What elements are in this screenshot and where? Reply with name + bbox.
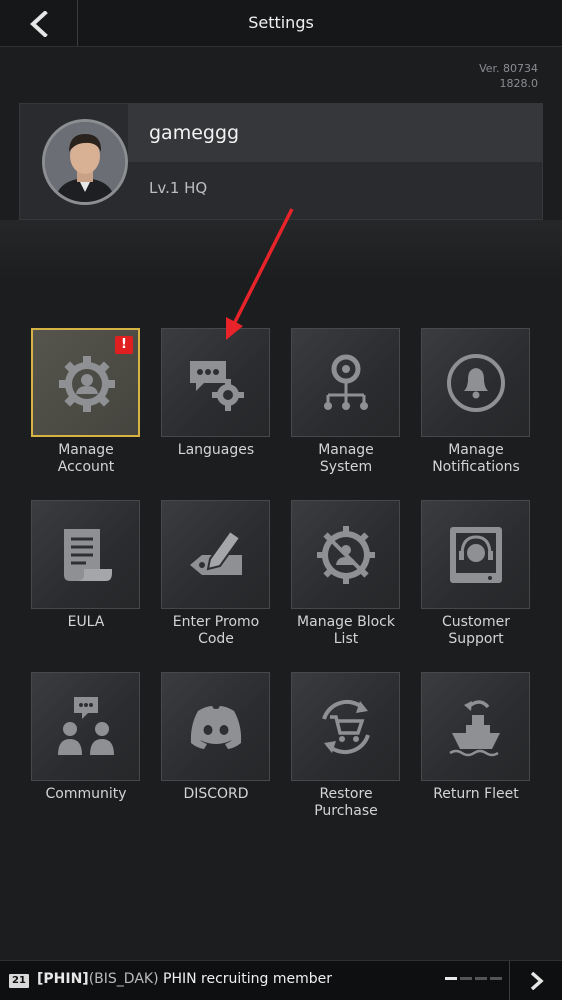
eula-button[interactable]: [31, 500, 140, 609]
menu-item-label: Restore Purchase: [314, 786, 378, 819]
version-number: Ver. 80734: [479, 62, 538, 75]
chat-next-button[interactable]: [509, 961, 562, 1000]
community-button[interactable]: [31, 672, 140, 781]
headset-icon: [450, 527, 502, 583]
manage-account-button[interactable]: !: [31, 328, 140, 437]
discord-button[interactable]: [161, 672, 270, 781]
menu-item-label: DISCORD: [183, 786, 249, 802]
community-icon: [58, 697, 114, 755]
pen-tag-icon: [190, 529, 242, 575]
top-bar: Settings: [0, 0, 562, 47]
chat-alliance-tag: [PHIN]: [37, 971, 89, 987]
menu-item-label: Manage Notifications: [432, 442, 520, 475]
chevron-left-icon: [30, 11, 48, 37]
cart-refresh-icon: [322, 699, 370, 755]
menu-item-label: EULA: [67, 614, 105, 630]
chat-gear-icon: [190, 361, 244, 411]
chat-channel-badge: 21: [9, 974, 29, 988]
restore-purchase-button[interactable]: [291, 672, 400, 781]
bell-icon: [447, 354, 505, 412]
menu-item-label: Manage System: [318, 442, 374, 475]
manage-system-button[interactable]: [291, 328, 400, 437]
block-user-icon: [317, 526, 375, 584]
menu-item-label: Manage Block List: [297, 614, 395, 647]
menu-item-label: Manage Account: [57, 442, 115, 475]
profile-panel: gameggg Lv.1 HQ: [19, 103, 543, 220]
enter-promo-code-button[interactable]: [161, 500, 270, 609]
customer-support-button[interactable]: [421, 500, 530, 609]
chat-sender-name: (BIS_DAK): [88, 971, 159, 987]
version-info: Ver. 80734 1828.0: [479, 61, 538, 91]
menu-item-label: Return Fleet: [433, 786, 519, 802]
page-title: Settings: [248, 13, 314, 32]
system-node-icon: [324, 354, 368, 410]
chat-message-text: PHIN recruiting member: [163, 971, 333, 987]
player-level: Lv.1 HQ: [149, 179, 208, 197]
manage-block-list-button[interactable]: [291, 500, 400, 609]
manage-notifications-button[interactable]: [421, 328, 530, 437]
avatar-portrait-icon: [45, 122, 125, 202]
build-number: 1828.0: [499, 77, 539, 90]
panel-divider: [0, 220, 562, 280]
languages-button[interactable]: [161, 328, 270, 437]
document-icon: [64, 529, 112, 581]
back-button[interactable]: [0, 0, 78, 46]
alert-badge: !: [115, 336, 133, 354]
user-gear-icon: [59, 356, 115, 412]
menu-item-label: Languages: [177, 442, 255, 458]
chevron-right-icon: [530, 972, 544, 990]
return-fleet-button[interactable]: [421, 672, 530, 781]
ship-return-icon: [449, 700, 500, 757]
avatar[interactable]: [42, 119, 128, 205]
menu-item-label: Community: [45, 786, 127, 802]
discord-icon: [190, 706, 242, 749]
username: gameggg: [149, 122, 240, 144]
chat-ticker[interactable]: 21 [PHIN](BIS_DAK) PHIN recruiting membe…: [0, 960, 562, 1000]
menu-item-label: Customer Support: [441, 614, 510, 647]
chat-page-indicator: [445, 965, 505, 984]
menu-item-label: Enter Promo Code: [172, 614, 260, 647]
chat-message: [PHIN](BIS_DAK) PHIN recruiting member: [37, 971, 332, 987]
